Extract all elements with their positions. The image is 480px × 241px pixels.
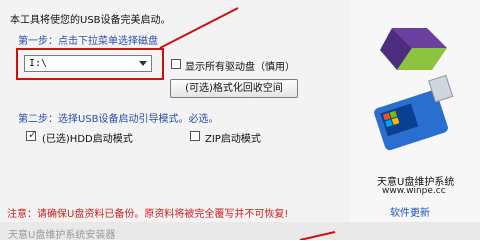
zip-mode-label[interactable]: ZIP启动模式 [205,130,261,145]
show-all-drives-checkbox[interactable] [171,59,181,69]
zip-mode-checkbox[interactable] [190,131,200,141]
hdd-mode-checkbox[interactable]: ✓ [26,128,38,141]
usb-drive-logo [374,28,454,151]
footer-title: 天意U盘维护系统安装器 [8,230,116,241]
website-text: www.winpe.cc [382,186,446,196]
warning-text: 注意：请确保U盘资料已备份。原资料将被完全覆写并不可恢复! [7,209,289,220]
brand-emblem-icon [380,28,447,70]
usb-stick-icon [374,74,454,151]
update-link[interactable]: 软件更新 [390,204,430,219]
step1-instruction: 第一步：点击下拉菜单选择磁盘 [18,36,158,47]
show-all-drives-label[interactable]: 显示所有驱动盘（慎用） [185,58,295,73]
step2-instruction: 第二步：选择USB设备启动引导模式。必选。 [18,114,219,125]
format-button[interactable]: (可选)格式化回收空间 [170,79,298,98]
drive-select-value: I:\ [29,58,48,69]
hdd-mode-label[interactable]: (已选)HDD启动模式 [42,130,133,145]
checkmark-icon: ✓ [28,128,38,141]
chevron-down-icon[interactable] [139,61,147,66]
drive-select[interactable]: I:\ [24,55,152,72]
intro-text: 本工具将使您的USB设备完美启动。 [10,15,171,26]
